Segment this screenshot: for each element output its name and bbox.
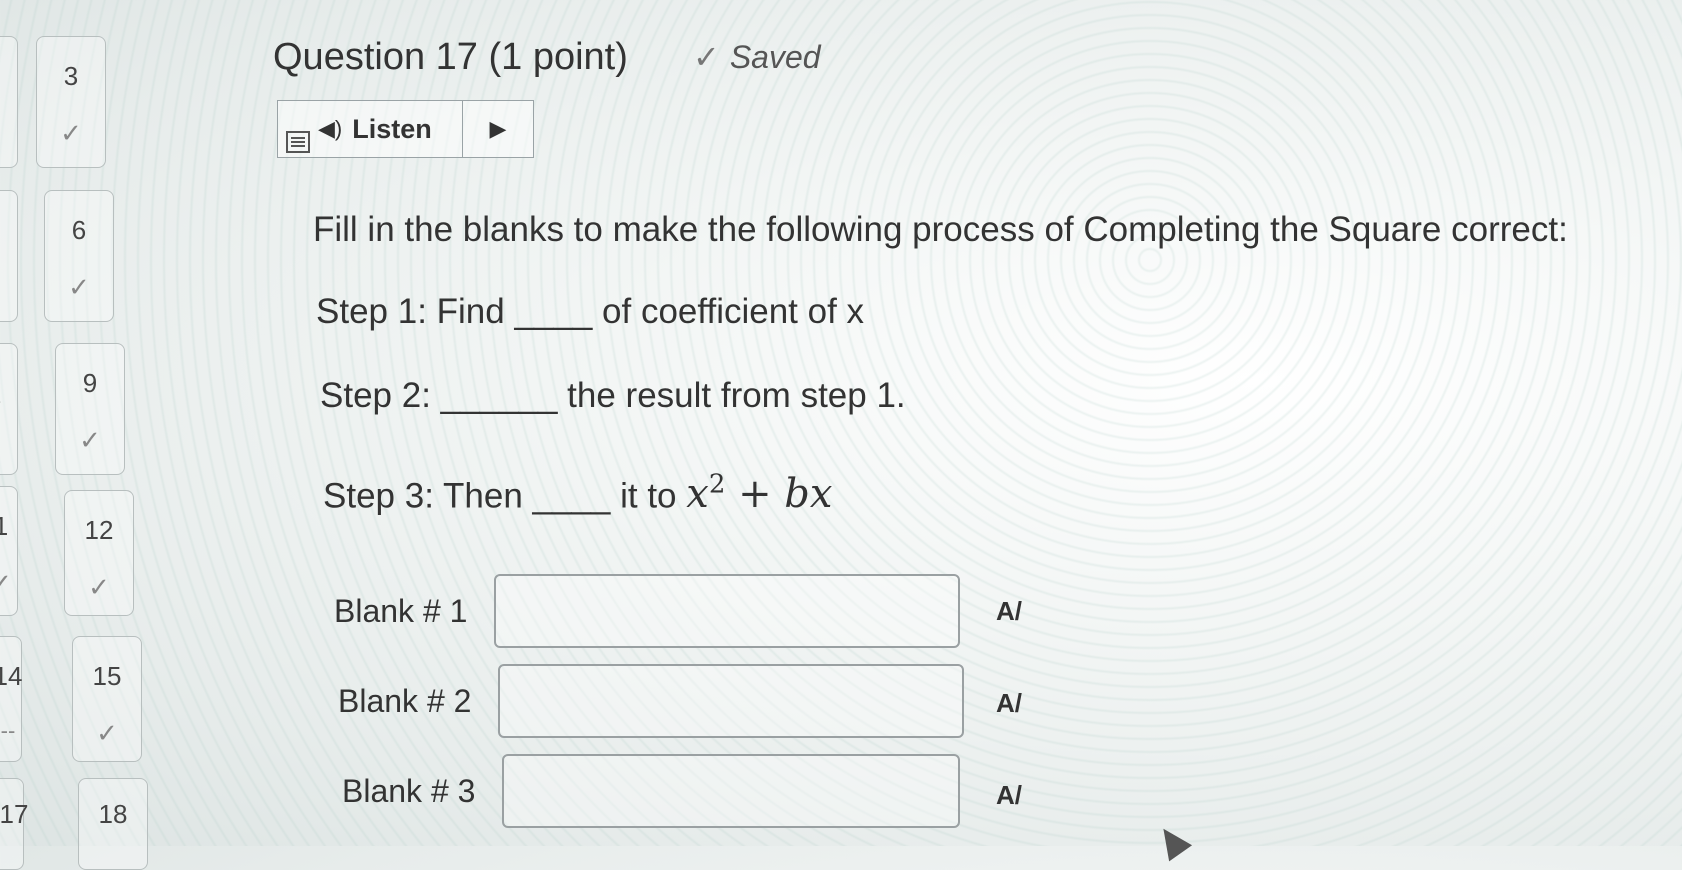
step-3-text: Step 3: Then ____ it to	[323, 476, 677, 516]
nav-question-partial-2[interactable]	[0, 190, 18, 322]
nav-question-number: 9	[82, 368, 98, 398]
nav-question-11[interactable]: 1 ✓	[0, 486, 18, 616]
nav-question-12[interactable]: 12 ✓	[64, 490, 134, 616]
math-rest: + bx	[725, 471, 833, 518]
answered-check-icon: ✓	[79, 425, 101, 455]
check-icon: ✓	[693, 39, 720, 75]
answered-check-icon: ✓	[0, 394, 5, 425]
saved-status: ✓ Saved	[693, 38, 821, 76]
step-1-text: Step 1: Find ____ of coefficient of x	[316, 292, 865, 331]
answered-check-icon: ✓	[60, 118, 82, 148]
blank-1-input[interactable]	[494, 574, 960, 648]
nav-question-number: 1	[0, 511, 9, 541]
step-3-expression: x2 + bx	[686, 470, 833, 518]
spellcheck-icon[interactable]: A/	[996, 688, 1022, 719]
blank-label: Blank # 3	[342, 772, 476, 809]
question-prompt: Fill in the blanks to make the following…	[313, 210, 1568, 249]
answered-check-icon: ✓	[96, 718, 118, 748]
listen-button[interactable]: Listen	[352, 114, 462, 145]
answered-check-icon: ✓	[68, 272, 90, 302]
spellcheck-icon[interactable]: A/	[996, 596, 1022, 627]
nav-question-number: 6	[71, 215, 87, 245]
blank-2-input[interactable]	[498, 664, 964, 738]
blank-row-1: Blank # 1	[334, 574, 960, 648]
math-base: x	[686, 471, 709, 518]
mouse-cursor-icon	[1151, 820, 1193, 862]
blank-label: Blank # 2	[338, 682, 472, 719]
unanswered-dash-icon: --	[0, 718, 16, 743]
listen-toolbar: ◀) Listen ▶	[277, 100, 534, 158]
blank-row-2: Blank # 2	[338, 664, 964, 738]
step-2-text: Step 2: ______ the result from step 1.	[320, 376, 906, 415]
blank-label: Blank # 1	[334, 592, 468, 629]
nav-question-number: 18	[98, 799, 128, 829]
answered-check-icon: ✓	[88, 572, 110, 602]
nav-question-15[interactable]: 15 ✓	[72, 636, 142, 762]
nav-question-3[interactable]: 3 ✓	[36, 36, 106, 168]
nav-question-18[interactable]: 18	[78, 778, 148, 870]
math-exponent: 2	[708, 470, 726, 500]
menu-icon[interactable]	[286, 131, 310, 153]
nav-question-6[interactable]: 6 ✓	[44, 190, 114, 322]
nav-question-14[interactable]: 14 --	[0, 636, 22, 762]
nav-question-number: 17	[0, 799, 29, 829]
nav-question-partial-3[interactable]: ✓	[0, 343, 18, 475]
question-title: Question 17 (1 point)	[273, 36, 628, 78]
play-icon: ▶	[489, 116, 507, 141]
blank-row-3: Blank # 3	[342, 754, 960, 828]
step-3: Step 3: Then ____ it to x2 + bx	[323, 470, 832, 517]
nav-question-9[interactable]: 9 ✓	[55, 343, 125, 475]
nav-question-number: 15	[92, 661, 122, 691]
blank-3-input[interactable]	[502, 754, 960, 828]
question-navigator: ✓ 1 ✓ 14 -- 17 3 ✓ 6 ✓ 9 ✓ 12 ✓ 15 ✓ 18	[0, 0, 148, 870]
nav-question-number: 3	[63, 61, 79, 91]
play-button[interactable]: ▶	[462, 101, 533, 157]
spellcheck-icon[interactable]: A/	[996, 780, 1022, 811]
nav-question-number: 14	[0, 661, 23, 691]
nav-question-partial-1[interactable]	[0, 36, 18, 168]
answered-check-icon: ✓	[0, 568, 12, 598]
saved-label: Saved	[729, 39, 821, 75]
nav-question-17[interactable]: 17	[0, 778, 28, 870]
speaker-icon: ◀)	[318, 116, 343, 141]
nav-question-number: 12	[84, 515, 114, 545]
